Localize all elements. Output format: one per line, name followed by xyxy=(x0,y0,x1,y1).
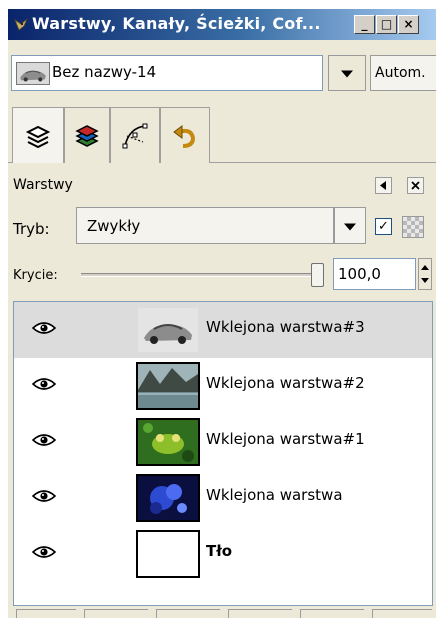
eye-visibility-icon[interactable] xyxy=(31,433,57,447)
close-icon xyxy=(411,181,420,190)
layer-thumbnail xyxy=(136,474,200,522)
mode-label: Tryb: xyxy=(13,220,50,238)
dock-menu-button[interactable] xyxy=(375,177,392,194)
chevron-down-icon xyxy=(341,70,353,78)
layers-stack-icon xyxy=(25,125,51,148)
layer-name[interactable]: Wklejona warstwa#2 xyxy=(206,374,365,392)
layers-list[interactable]: Wklejona warstwa#3 Wklejona warstwa#2 Wkle… xyxy=(13,301,433,606)
dock-tab-strip xyxy=(8,105,436,163)
gimp-wilber-icon xyxy=(14,18,28,31)
window-title: Warstwy, Kanały, Ścieżki, Cof... xyxy=(32,14,321,33)
layer-actions-toolbar xyxy=(8,609,436,618)
image-selector-row: Bez nazwy-14 Autom. xyxy=(8,40,436,97)
image-selector-dropdown-button[interactable] xyxy=(328,55,366,91)
layer-thumbnail xyxy=(136,418,200,466)
eye-visibility-icon[interactable] xyxy=(31,545,57,559)
duplicate-layer-button[interactable] xyxy=(228,609,292,618)
auto-button[interactable]: Autom. xyxy=(370,55,436,91)
layer-thumbnail xyxy=(136,306,200,354)
keep-transparency-checkbox[interactable]: ✓ xyxy=(375,218,392,235)
paths-tab[interactable] xyxy=(110,107,160,163)
delete-layer-button[interactable] xyxy=(372,609,432,618)
layer-name[interactable]: Wklejona warstwa#1 xyxy=(206,430,365,448)
minimize-button[interactable]: _ xyxy=(354,15,375,34)
new-layer-button[interactable] xyxy=(16,609,76,618)
layer-row[interactable]: Wklejona warstwa#3 xyxy=(14,302,432,358)
mode-dropdown-button[interactable] xyxy=(334,207,366,244)
opacity-slider-handle[interactable] xyxy=(311,263,324,287)
layer-row[interactable]: Wklejona warstwa xyxy=(14,470,432,526)
opacity-label: Krycie: xyxy=(13,268,58,283)
image-name: Bez nazwy-14 xyxy=(52,63,157,81)
channels-tab[interactable] xyxy=(64,107,110,163)
opacity-spinner[interactable] xyxy=(418,258,432,290)
dock-close-button[interactable] xyxy=(407,177,424,194)
layer-name[interactable]: Wklejona warstwa#3 xyxy=(206,318,365,336)
eye-visibility-icon[interactable] xyxy=(31,489,57,503)
layers-tab[interactable] xyxy=(12,107,64,163)
paths-icon xyxy=(122,123,148,148)
layer-row[interactable]: Wklejona warstwa#2 xyxy=(14,358,432,414)
undo-history-tab[interactable] xyxy=(160,107,210,163)
chevron-down-icon xyxy=(344,223,356,231)
layer-thumbnail xyxy=(136,362,200,410)
raise-layer-button[interactable] xyxy=(84,609,148,618)
layer-name[interactable]: Wklejona warstwa xyxy=(206,486,343,504)
undo-icon xyxy=(173,124,196,148)
maximize-button[interactable]: □ xyxy=(376,15,397,34)
layer-row[interactable]: Tło xyxy=(14,526,432,582)
spin-down-icon xyxy=(421,278,429,283)
transparency-checker-icon xyxy=(402,216,424,238)
anchor-layer-button[interactable] xyxy=(300,609,364,618)
layer-row[interactable]: Wklejona warstwa#1 xyxy=(14,414,432,470)
eye-visibility-icon[interactable] xyxy=(31,377,57,391)
dock-title: Warstwy xyxy=(13,177,73,193)
title-bar[interactable]: Warstwy, Kanały, Ścieżki, Cof... _ □ × xyxy=(8,9,436,40)
spin-up-icon xyxy=(421,265,429,270)
mode-value: Zwykły xyxy=(87,217,141,235)
channels-icon xyxy=(75,124,99,147)
image-selector-combo[interactable]: Bez nazwy-14 xyxy=(11,55,323,91)
layer-name[interactable]: Tło xyxy=(206,542,232,560)
layer-thumbnail xyxy=(136,530,200,578)
mode-combo[interactable]: Zwykły xyxy=(76,207,334,244)
lower-layer-button[interactable] xyxy=(156,609,220,618)
opacity-slider-track[interactable] xyxy=(81,273,321,277)
triangle-left-icon xyxy=(380,181,386,190)
image-thumbnail xyxy=(16,62,50,85)
opacity-input[interactable]: 100,0 xyxy=(333,258,416,290)
layers-dock-window: Warstwy, Kanały, Ścieżki, Cof... _ □ × B… xyxy=(8,9,436,618)
eye-visibility-icon[interactable] xyxy=(31,321,57,335)
close-button[interactable]: × xyxy=(398,15,419,34)
